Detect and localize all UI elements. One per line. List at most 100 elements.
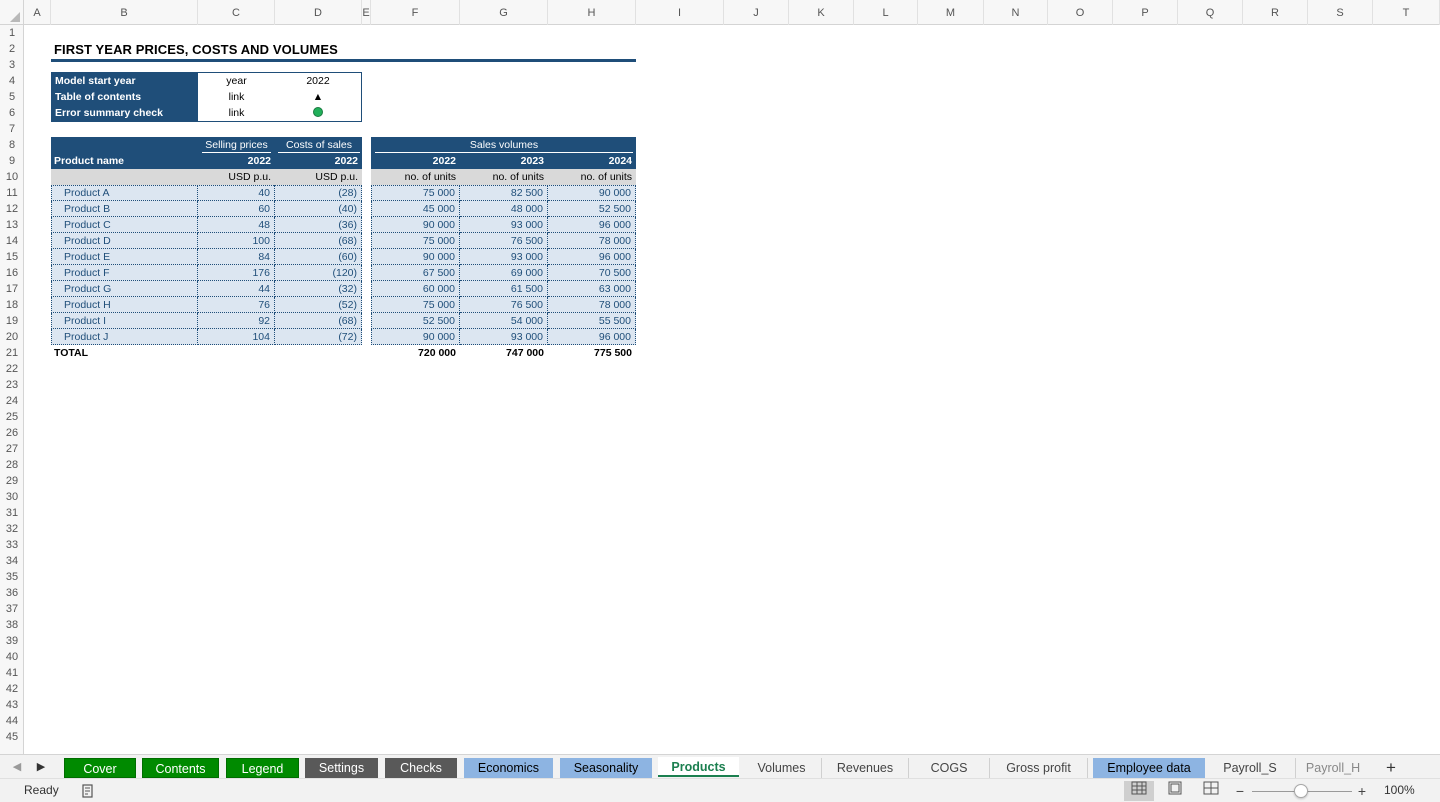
accessibility-icon[interactable] (80, 782, 96, 800)
normal-view-icon[interactable] (1124, 781, 1154, 801)
sheet-tab[interactable]: Legend (226, 758, 299, 778)
row-header[interactable]: 43 (0, 697, 24, 713)
column-header[interactable]: I (636, 0, 724, 25)
volume-cell[interactable]: 52 500 (371, 313, 460, 329)
info-unit[interactable]: link (198, 89, 275, 105)
cost-of-sales-cell[interactable]: (36) (275, 217, 362, 233)
tab-scroll-left-icon[interactable]: ◀ (10, 758, 24, 776)
cost-of-sales-cell[interactable]: (40) (275, 201, 362, 217)
sheet-tab[interactable]: COGS (909, 758, 990, 778)
column-header[interactable]: N (984, 0, 1048, 25)
row-header[interactable]: 18 (0, 297, 24, 313)
selling-price-cell[interactable]: 76 (198, 297, 275, 313)
volume-cell[interactable]: 93 000 (460, 329, 548, 345)
sheet-tab[interactable]: Economics (464, 758, 553, 778)
volume-cell[interactable]: 93 000 (460, 217, 548, 233)
row-header[interactable]: 4 (0, 73, 24, 89)
product-name-cell[interactable]: Product E (51, 249, 198, 265)
volume-cell[interactable]: 52 500 (548, 201, 636, 217)
row-header[interactable]: 3 (0, 57, 24, 73)
selling-price-cell[interactable]: 40 (198, 185, 275, 201)
volume-cell[interactable]: 90 000 (371, 249, 460, 265)
sheet-tab[interactable]: Settings (305, 758, 378, 778)
table-of-contents-link-icon[interactable]: ▲ (275, 89, 361, 105)
row-header[interactable]: 10 (0, 169, 24, 185)
row-header[interactable]: 36 (0, 585, 24, 601)
column-header[interactable]: A (24, 0, 51, 25)
column-header[interactable]: T (1373, 0, 1440, 25)
volume-cell[interactable]: 63 000 (548, 281, 636, 297)
volume-cell[interactable]: 78 000 (548, 297, 636, 313)
row-header[interactable]: 7 (0, 121, 24, 137)
sheet-tab[interactable]: Employee data (1093, 758, 1205, 778)
product-name-cell[interactable]: Product F (51, 265, 198, 281)
product-name-cell[interactable]: Product G (51, 281, 198, 297)
column-header[interactable]: D (275, 0, 362, 25)
sheet-tab[interactable]: Volumes (742, 758, 822, 778)
row-header[interactable]: 41 (0, 665, 24, 681)
volume-cell[interactable]: 70 500 (548, 265, 636, 281)
selling-price-cell[interactable]: 176 (198, 265, 275, 281)
volume-cell[interactable]: 69 000 (460, 265, 548, 281)
add-sheet-button[interactable]: + (1379, 758, 1403, 778)
volume-cell[interactable]: 96 000 (548, 329, 636, 345)
product-name-cell[interactable]: Product J (51, 329, 198, 345)
product-name-cell[interactable]: Product I (51, 313, 198, 329)
row-header[interactable]: 31 (0, 505, 24, 521)
column-header[interactable]: G (460, 0, 548, 25)
volume-cell[interactable]: 82 500 (460, 185, 548, 201)
volume-cell[interactable]: 75 000 (371, 185, 460, 201)
row-header[interactable]: 28 (0, 457, 24, 473)
column-header[interactable]: K (789, 0, 854, 25)
row-header[interactable]: 44 (0, 713, 24, 729)
row-header[interactable]: 5 (0, 89, 24, 105)
page-layout-icon[interactable] (1160, 781, 1190, 801)
cost-of-sales-cell[interactable]: (52) (275, 297, 362, 313)
product-name-cell[interactable]: Product H (51, 297, 198, 313)
row-header[interactable]: 16 (0, 265, 24, 281)
row-header[interactable]: 25 (0, 409, 24, 425)
volume-cell[interactable]: 67 500 (371, 265, 460, 281)
row-header[interactable]: 29 (0, 473, 24, 489)
row-header[interactable]: 9 (0, 153, 24, 169)
volume-cell[interactable]: 54 000 (460, 313, 548, 329)
sheet-tab[interactable]: Products (658, 757, 739, 777)
selling-price-cell[interactable]: 48 (198, 217, 275, 233)
row-header[interactable]: 13 (0, 217, 24, 233)
sheet-tab[interactable]: Payroll_H (1296, 758, 1370, 778)
volume-cell[interactable]: 61 500 (460, 281, 548, 297)
row-header[interactable]: 30 (0, 489, 24, 505)
row-header[interactable]: 1 (0, 25, 24, 41)
row-header[interactable]: 23 (0, 377, 24, 393)
row-header[interactable]: 14 (0, 233, 24, 249)
page-break-preview-icon[interactable] (1196, 781, 1226, 801)
column-header[interactable]: R (1243, 0, 1308, 25)
sheet-tab[interactable]: Gross profit (990, 758, 1088, 778)
cost-of-sales-cell[interactable]: (68) (275, 313, 362, 329)
selling-price-cell[interactable]: 104 (198, 329, 275, 345)
volume-cell[interactable]: 78 000 (548, 233, 636, 249)
volume-cell[interactable]: 45 000 (371, 201, 460, 217)
volume-cell[interactable]: 90 000 (548, 185, 636, 201)
selling-price-cell[interactable]: 100 (198, 233, 275, 249)
volume-cell[interactable]: 76 500 (460, 297, 548, 313)
volume-cell[interactable]: 96 000 (548, 217, 636, 233)
row-header[interactable]: 8 (0, 137, 24, 153)
cost-of-sales-cell[interactable]: (72) (275, 329, 362, 345)
sheet-tab[interactable]: Checks (385, 758, 457, 778)
cost-of-sales-cell[interactable]: (60) (275, 249, 362, 265)
volume-cell[interactable]: 93 000 (460, 249, 548, 265)
zoom-out-button[interactable]: − (1232, 781, 1248, 801)
select-all-corner[interactable] (0, 0, 24, 25)
row-header[interactable]: 34 (0, 553, 24, 569)
row-header[interactable]: 45 (0, 729, 24, 745)
row-header[interactable]: 6 (0, 105, 24, 121)
column-header[interactable]: S (1308, 0, 1373, 25)
row-header[interactable]: 35 (0, 569, 24, 585)
row-header[interactable]: 24 (0, 393, 24, 409)
column-header[interactable]: Q (1178, 0, 1243, 25)
row-header[interactable]: 11 (0, 185, 24, 201)
row-header[interactable]: 21 (0, 345, 24, 361)
product-name-cell[interactable]: Product A (51, 185, 198, 201)
row-header[interactable]: 26 (0, 425, 24, 441)
